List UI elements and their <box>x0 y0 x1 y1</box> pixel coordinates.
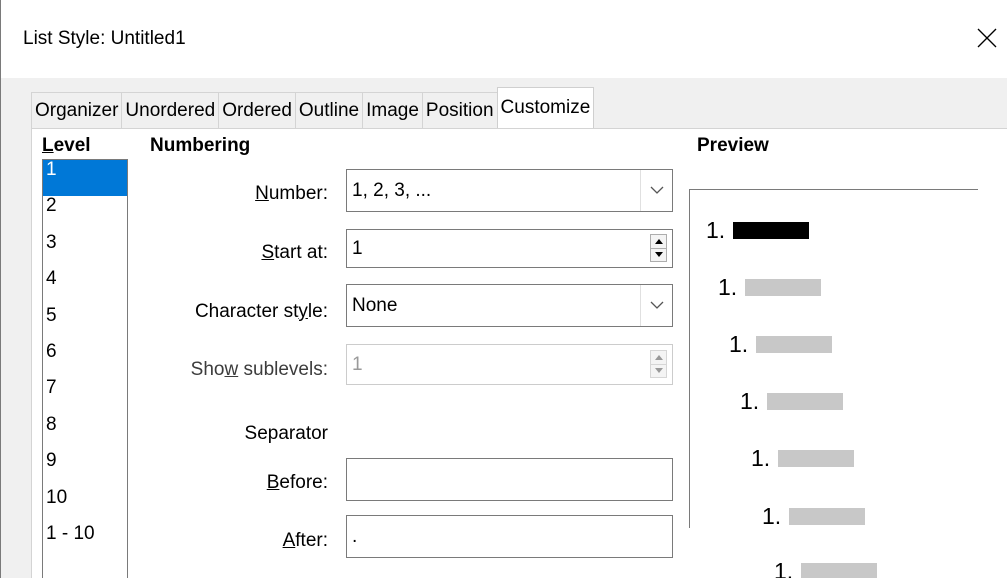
level-heading: Level <box>42 135 91 156</box>
title-bar: List Style: Untitled1 <box>1 0 1007 78</box>
preview-number: 1. <box>706 217 726 243</box>
preview-text-bar <box>778 450 855 467</box>
character-style-combobox[interactable]: None <box>346 284 673 327</box>
after-label: After: <box>282 530 328 551</box>
spin-down-icon <box>651 363 666 378</box>
number-combobox[interactable]: 1, 2, 3, ... <box>346 169 673 212</box>
window-title: List Style: Untitled1 <box>23 28 186 49</box>
preview-line: 1. <box>729 331 833 358</box>
preview-line: 1. <box>774 558 878 578</box>
start-at-spinbox[interactable]: 1 <box>346 229 673 268</box>
preview-area: 1. 1. 1. 1. 1. 1. 1. <box>689 189 978 578</box>
preview-text-bar <box>756 336 833 353</box>
show-sublevels-spin-buttons <box>650 350 667 378</box>
preview-line: 1. <box>740 388 844 415</box>
preview-text-bar <box>745 279 822 296</box>
close-button[interactable] <box>966 14 1007 62</box>
preview-number: 1. <box>774 558 794 578</box>
before-input[interactable] <box>346 458 673 501</box>
start-at-value: 1 <box>352 237 363 259</box>
preview-line: 1. <box>718 274 822 301</box>
preview-line: 1. <box>751 445 855 472</box>
list-style-dialog: List Style: Untitled1 Organizer Unordere… <box>0 0 1007 578</box>
number-label: Number: <box>255 183 328 204</box>
separator-label: Separator <box>244 423 328 444</box>
dialog-body: Organizer Unordered Ordered Outline Imag… <box>1 78 1007 578</box>
spin-up-icon[interactable] <box>651 235 666 248</box>
tab-image[interactable]: Image <box>362 92 423 128</box>
spin-down-icon[interactable] <box>651 247 666 262</box>
character-style-value: None <box>352 294 398 316</box>
tab-organizer[interactable]: Organizer <box>31 92 123 128</box>
tab-bar: Organizer Unordered Ordered Outline Imag… <box>31 87 595 128</box>
preview-text-bar <box>733 222 810 239</box>
preview-line: 1. <box>706 217 810 244</box>
spin-up-icon <box>651 351 666 364</box>
after-input[interactable]: . <box>346 515 673 558</box>
start-at-label: Start at: <box>261 242 328 263</box>
numbering-heading: Numbering <box>150 135 251 156</box>
preview-number: 1. <box>751 445 771 471</box>
start-at-spin-buttons[interactable] <box>650 234 667 262</box>
preview-line: 1. <box>762 503 866 530</box>
before-label: Before: <box>266 472 328 493</box>
tab-position[interactable]: Position <box>421 92 498 128</box>
preview-text-bar <box>789 508 866 525</box>
preview-number: 1. <box>740 388 760 414</box>
tab-unordered[interactable]: Unordered <box>121 92 220 128</box>
preview-text-bar <box>767 393 844 410</box>
preview-number: 1. <box>729 331 749 357</box>
character-style-label: Character style: <box>194 301 328 322</box>
show-sublevels-label: Show sublevels: <box>190 359 328 380</box>
show-sublevels-spinbox: 1 <box>346 344 673 385</box>
chevron-down-icon[interactable] <box>640 170 672 211</box>
preview-text-bar <box>801 563 878 578</box>
preview-number: 1. <box>762 503 782 529</box>
tab-customize[interactable]: Customize <box>496 87 595 128</box>
show-sublevels-value: 1 <box>352 353 363 375</box>
level-item-7[interactable]: 7 <box>43 378 127 414</box>
preview-number: 1. <box>718 274 738 300</box>
tab-ordered[interactable]: Ordered <box>218 92 296 128</box>
close-icon <box>977 28 997 48</box>
chevron-down-icon[interactable] <box>640 285 672 326</box>
number-value: 1, 2, 3, ... <box>352 179 432 201</box>
tab-outline[interactable]: Outline <box>294 92 364 128</box>
preview-heading: Preview <box>697 135 769 156</box>
